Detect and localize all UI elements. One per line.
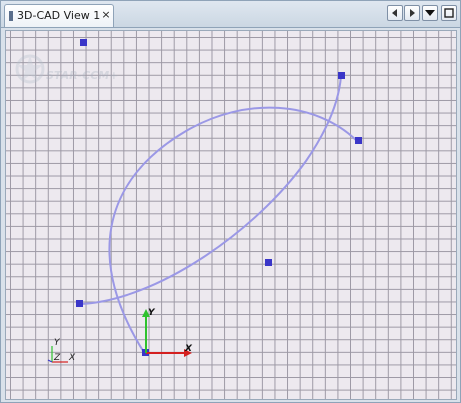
- cad-view-window: 3D-CAD View 1 × STAR-CCM+ X Y X Y Z: [0, 0, 461, 403]
- square-icon: [444, 8, 454, 18]
- origin-x-label: X: [184, 344, 193, 354]
- control-point[interactable]: [355, 137, 362, 144]
- tab-label: 3D-CAD View 1: [17, 9, 101, 22]
- control-point[interactable]: [76, 300, 83, 307]
- scroll-left-button[interactable]: [387, 5, 403, 21]
- view-icon: [9, 11, 13, 21]
- control-point[interactable]: [338, 72, 345, 79]
- cad-scene: X Y X Y Z: [47, 39, 362, 363]
- close-icon[interactable]: ×: [101, 8, 111, 22]
- control-point[interactable]: [265, 259, 272, 266]
- triad-z-label: Z: [53, 353, 61, 363]
- orientation-triad: X Y Z: [47, 338, 76, 363]
- arrow-left-icon: [392, 9, 397, 17]
- arrow-right-icon: [410, 9, 415, 17]
- tab-3d-cad-view-1[interactable]: 3D-CAD View 1 ×: [4, 4, 114, 27]
- 3d-viewport[interactable]: STAR-CCM+ X Y X Y Z: [5, 30, 457, 400]
- scroll-right-button[interactable]: [404, 5, 420, 21]
- origin-axes: X Y: [142, 308, 193, 357]
- maximize-button[interactable]: [441, 5, 457, 21]
- triad-x-label: X: [68, 353, 76, 363]
- control-point[interactable]: [80, 39, 87, 46]
- triad-y-label: Y: [54, 338, 61, 348]
- triangle-down-icon: [425, 10, 435, 16]
- view-menu-button[interactable]: [422, 5, 438, 21]
- tab-bar: 3D-CAD View 1 ×: [1, 1, 460, 28]
- origin-y-label: Y: [148, 308, 156, 318]
